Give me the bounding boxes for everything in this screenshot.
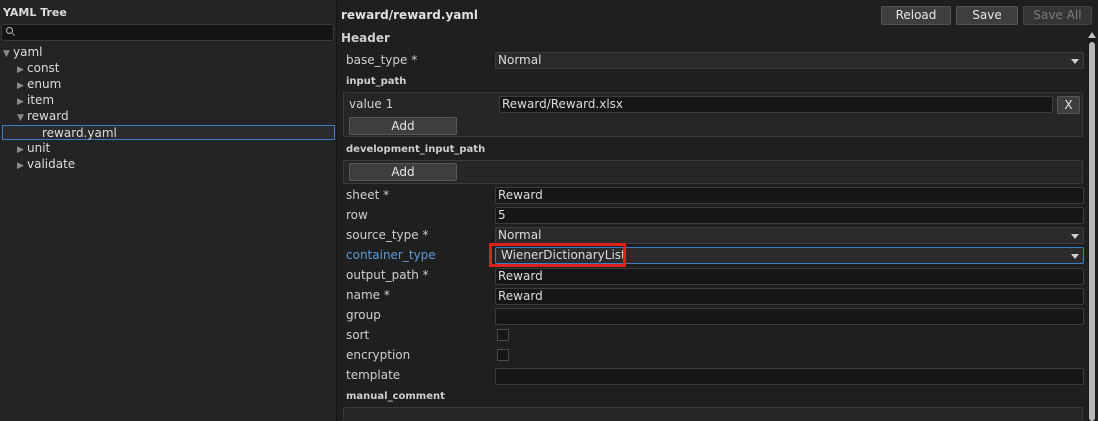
tree-item-unit[interactable]: ▶ unit xyxy=(17,141,50,156)
encryption-checkbox[interactable] xyxy=(497,349,509,361)
tree-item-enum[interactable]: ▶ enum xyxy=(17,77,61,92)
input-path-group: value 1 Reward/Reward.xlsx X Add xyxy=(343,92,1083,137)
add-input-path-button[interactable]: Add xyxy=(349,117,457,135)
sheet-label: sheet * xyxy=(346,188,390,202)
input-path-label: input_path xyxy=(346,76,407,87)
scrollbar[interactable] xyxy=(1088,32,1096,421)
tree-item-validate[interactable]: ▶ validate xyxy=(17,157,75,172)
chevron-down-icon xyxy=(1071,59,1079,64)
sort-label: sort xyxy=(346,328,370,342)
expand-arrow-icon[interactable]: ▼ xyxy=(3,49,13,59)
row-field[interactable]: 5 xyxy=(495,207,1084,224)
chevron-down-icon xyxy=(1071,254,1079,259)
section-header: Header xyxy=(341,31,390,45)
chevron-down-icon xyxy=(1071,234,1079,239)
encryption-label: encryption xyxy=(346,348,411,362)
file-path: reward/reward.yaml xyxy=(341,8,478,22)
scroll-up-icon[interactable] xyxy=(1088,32,1096,38)
sort-checkbox[interactable] xyxy=(497,329,509,341)
collapse-arrow-icon[interactable]: ▶ xyxy=(17,81,27,91)
reload-button[interactable]: Reload xyxy=(881,6,951,25)
editor-panel: reward/reward.yaml Reload Save Save All … xyxy=(337,0,1098,421)
source-type-label: source_type * xyxy=(346,228,429,242)
scroll-thumb[interactable] xyxy=(1089,42,1095,421)
tree-search-input[interactable] xyxy=(1,24,334,41)
add-development-input-path-button[interactable]: Add xyxy=(349,163,457,181)
tree-item-const[interactable]: ▶ const xyxy=(17,61,60,76)
template-field[interactable] xyxy=(495,368,1084,385)
manual-comment-label: manual_comment xyxy=(346,391,445,402)
search-icon xyxy=(6,27,13,34)
collapse-arrow-icon[interactable]: ▶ xyxy=(17,65,27,75)
expand-arrow-icon[interactable]: ▼ xyxy=(17,113,27,123)
tree-item-reward-yaml[interactable]: reward.yaml xyxy=(2,125,335,140)
development-input-path-label: development_input_path xyxy=(346,144,486,155)
row-label: row xyxy=(346,208,368,222)
collapse-arrow-icon[interactable]: ▶ xyxy=(17,161,27,171)
sheet-field[interactable]: Reward xyxy=(495,187,1084,204)
container-type-label[interactable]: container_type xyxy=(346,248,436,262)
name-field[interactable]: Reward xyxy=(495,288,1084,305)
group-label: group xyxy=(346,308,381,322)
template-label: template xyxy=(346,368,401,382)
container-type-select[interactable]: WienerDictionaryList xyxy=(495,247,1084,264)
development-input-path-group: Add xyxy=(343,160,1083,184)
base-type-label: base_type * xyxy=(346,53,418,67)
tree-item-reward[interactable]: ▼ reward xyxy=(17,109,69,124)
yaml-tree-panel: YAML Tree ▼ yaml ▶ const ▶ enum ▶ item ▼ rewa… xyxy=(0,0,337,421)
tree-item-yaml[interactable]: ▼ yaml xyxy=(3,45,42,60)
remove-input-path-button[interactable]: X xyxy=(1057,96,1080,114)
save-button[interactable]: Save xyxy=(956,6,1018,25)
group-field[interactable] xyxy=(495,308,1084,325)
input-path-value-field[interactable]: Reward/Reward.xlsx xyxy=(499,96,1053,113)
output-path-label: output_path * xyxy=(346,268,429,282)
input-path-item-label: value 1 xyxy=(349,97,394,111)
save-all-button[interactable]: Save All xyxy=(1023,6,1092,25)
tree-item-item[interactable]: ▶ item xyxy=(17,93,54,108)
output-path-field[interactable]: Reward xyxy=(495,268,1084,285)
manual-comment-field[interactable] xyxy=(343,407,1083,421)
collapse-arrow-icon[interactable]: ▶ xyxy=(17,145,27,155)
source-type-select[interactable]: Normal xyxy=(495,227,1084,244)
name-label: name * xyxy=(346,288,390,302)
base-type-select[interactable]: Normal xyxy=(495,52,1084,69)
collapse-arrow-icon[interactable]: ▶ xyxy=(17,97,27,107)
panel-title: YAML Tree xyxy=(3,6,67,19)
